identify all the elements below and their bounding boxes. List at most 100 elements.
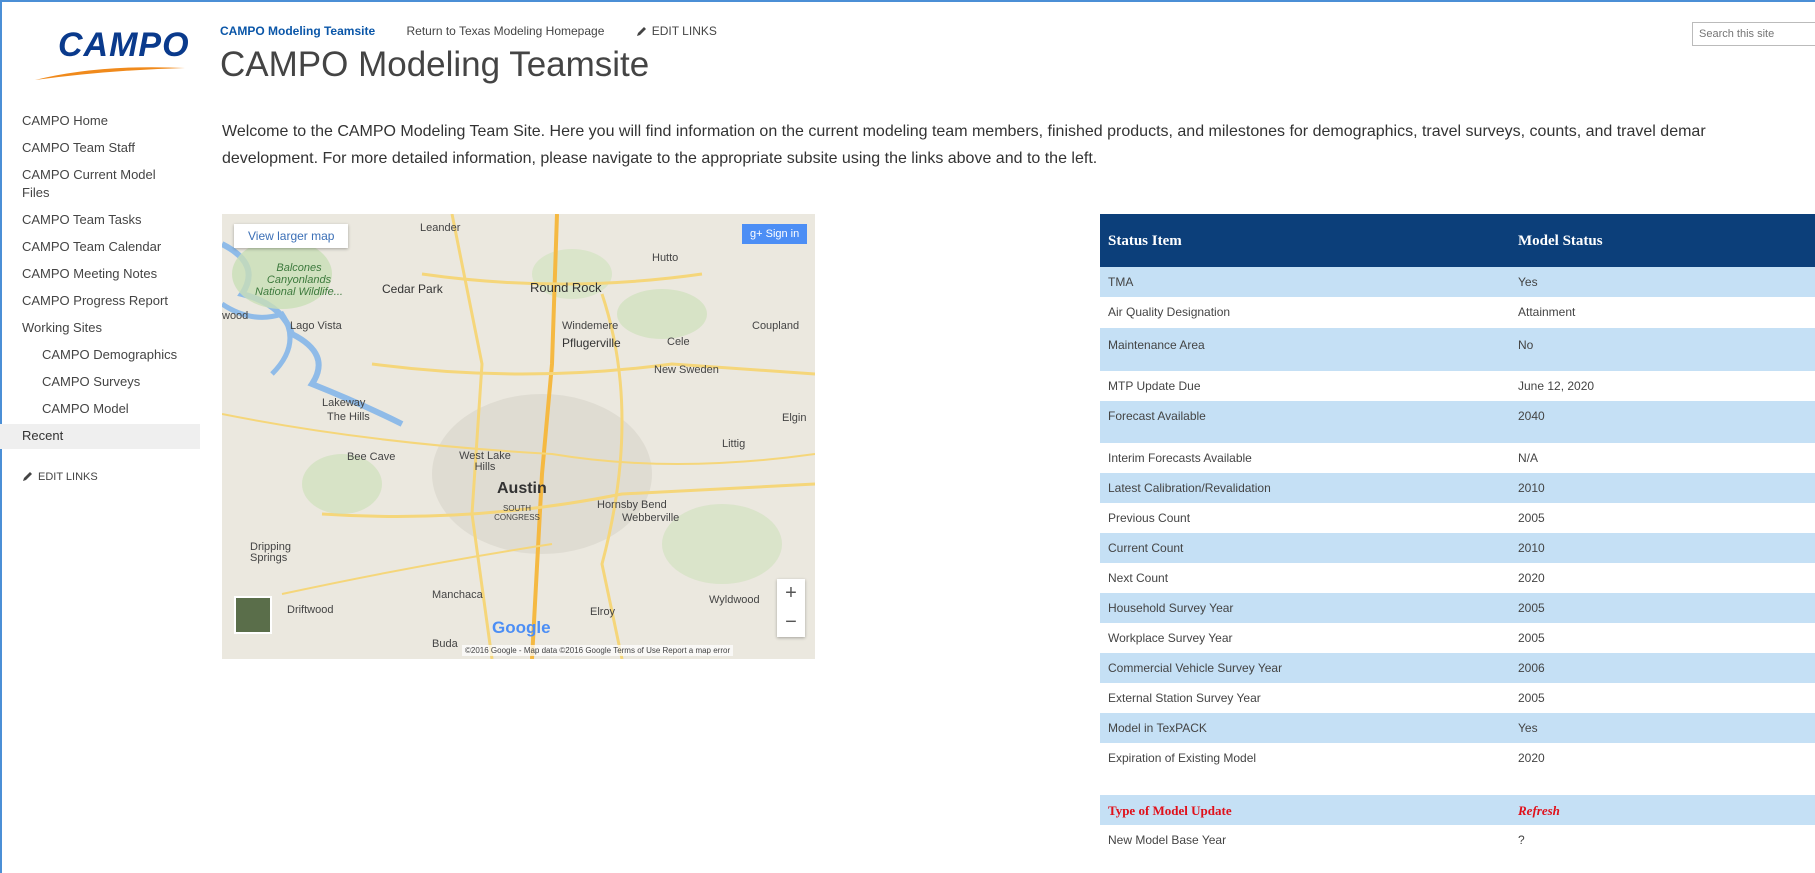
status-value: 2020 bbox=[1518, 751, 1545, 765]
table-row: Latest Calibration/Revalidation 2010 bbox=[1100, 473, 1815, 503]
map-label: Hornsby Bend bbox=[597, 499, 667, 511]
leftnav-item-progress-report[interactable]: CAMPO Progress Report bbox=[0, 292, 200, 310]
topnav-item-texas-homepage[interactable]: Return to Texas Modeling Homepage bbox=[406, 24, 604, 38]
map-label: Pflugerville bbox=[562, 336, 621, 350]
table-row: Model in TexPACK Yes bbox=[1100, 713, 1815, 743]
leftnav-edit-links[interactable]: EDIT LINKS bbox=[22, 470, 98, 483]
status-table: Status Item Model Status TMA Yes Air Qual… bbox=[1100, 214, 1815, 855]
leftnav-item-home[interactable]: CAMPO Home bbox=[0, 112, 200, 130]
status-item: Forecast Available bbox=[1108, 409, 1206, 423]
status-item: Commercial Vehicle Survey Year bbox=[1108, 661, 1283, 675]
status-item: Expiration of Existing Model bbox=[1108, 751, 1257, 765]
status-value: No bbox=[1518, 338, 1534, 352]
zoom-in-button[interactable]: + bbox=[777, 579, 805, 608]
table-row: TMA Yes bbox=[1100, 267, 1815, 297]
header-status-item: Status Item bbox=[1108, 233, 1182, 249]
map-label: West Lake Hills bbox=[459, 450, 511, 473]
status-value: 2010 bbox=[1518, 541, 1545, 555]
map-label: Coupland bbox=[752, 320, 800, 332]
leftnav-item-team-calendar[interactable]: CAMPO Team Calendar bbox=[0, 238, 200, 256]
pencil-icon bbox=[636, 27, 646, 36]
map-zoom-control: + − bbox=[777, 579, 805, 637]
status-item: External Station Survey Year bbox=[1108, 691, 1261, 705]
map-label: Cele bbox=[667, 336, 690, 348]
map-label: Littig bbox=[722, 438, 746, 450]
map-label: Driftwood bbox=[287, 604, 334, 616]
page-title: CAMPO Modeling Teamsite bbox=[220, 45, 650, 84]
status-value: 2005 bbox=[1518, 631, 1545, 645]
logo-swoosh-icon bbox=[35, 67, 185, 80]
map-label: SOUTH CONGRESS bbox=[494, 504, 540, 522]
topnav-edit-links-label: EDIT LINKS bbox=[651, 24, 717, 38]
table-row: External Station Survey Year 2005 bbox=[1100, 683, 1815, 713]
map-label: Elgin bbox=[782, 412, 807, 424]
map-label: Webberville bbox=[622, 512, 680, 524]
campo-logo[interactable]: CAMPO bbox=[30, 22, 190, 82]
welcome-line-1: Welcome to the CAMPO Modeling Team Site.… bbox=[222, 123, 1706, 140]
map-label: Austin bbox=[497, 480, 547, 497]
map-label: Windemere bbox=[562, 320, 619, 332]
map-label: The Hills bbox=[327, 411, 370, 423]
table-header: Status Item Model Status bbox=[1100, 214, 1815, 267]
map-label: Wyldwood bbox=[709, 594, 760, 606]
map-label: New Sweden bbox=[654, 364, 719, 376]
status-item: Next Count bbox=[1108, 571, 1169, 585]
status-value: 2040 bbox=[1518, 409, 1545, 423]
topnav-edit-links[interactable]: EDIT LINKS bbox=[636, 24, 717, 38]
table-spacer bbox=[1100, 775, 1815, 795]
status-item: Previous Count bbox=[1108, 511, 1191, 525]
google-plus-icon: g+ bbox=[750, 228, 766, 240]
map-label: Round Rock bbox=[530, 280, 602, 295]
status-value: ? bbox=[1518, 833, 1525, 847]
status-item: Maintenance Area bbox=[1108, 338, 1205, 352]
status-item: Air Quality Designation bbox=[1108, 305, 1231, 319]
satellite-toggle-button[interactable] bbox=[234, 596, 272, 634]
status-value: N/A bbox=[1518, 451, 1539, 465]
map-sign-in-button[interactable]: g+ Sign in bbox=[742, 224, 808, 244]
status-item: New Model Base Year bbox=[1108, 833, 1227, 847]
table-row: Air Quality Designation Attainment bbox=[1100, 297, 1815, 328]
status-item: Type of Model Update bbox=[1108, 803, 1232, 818]
leftnav-subitem-surveys[interactable]: CAMPO Surveys bbox=[0, 373, 200, 391]
leftnav-subitem-model[interactable]: CAMPO Model bbox=[0, 400, 200, 418]
status-value: 2010 bbox=[1518, 481, 1545, 495]
status-value: Attainment bbox=[1518, 305, 1576, 319]
table-row: Forecast Available 2040 bbox=[1100, 401, 1815, 443]
status-value: Yes bbox=[1518, 275, 1538, 289]
view-larger-map-button[interactable]: View larger map bbox=[234, 224, 349, 248]
leftnav-item-recent[interactable]: Recent bbox=[0, 424, 200, 449]
search-input[interactable] bbox=[1692, 22, 1815, 46]
leftnav-item-team-staff[interactable]: CAMPO Team Staff bbox=[0, 139, 200, 157]
status-value: 2006 bbox=[1518, 661, 1545, 675]
left-navigation: CAMPO Home CAMPO Team Staff CAMPO Curren… bbox=[0, 112, 200, 458]
top-navigation: CAMPO Modeling Teamsite Return to Texas … bbox=[220, 24, 745, 38]
map-attribution: ©2016 Google - Map data ©2016 Google Ter… bbox=[462, 645, 734, 656]
map-label: Balcones Canyonlands National Wildlife..… bbox=[255, 262, 343, 298]
leftnav-subitem-demographics[interactable]: CAMPO Demographics bbox=[0, 346, 200, 364]
leftnav-item-team-tasks[interactable]: CAMPO Team Tasks bbox=[0, 211, 200, 229]
google-logo: Google bbox=[492, 618, 551, 637]
status-item: Interim Forecasts Available bbox=[1108, 451, 1252, 465]
table-row: MTP Update Due June 12, 2020 bbox=[1100, 371, 1815, 401]
map-label: Cedar Park bbox=[382, 282, 443, 296]
table-row: Household Survey Year 2005 bbox=[1100, 593, 1815, 623]
table-row-highlight: Type of Model Update Refresh bbox=[1100, 795, 1815, 825]
zoom-out-button[interactable]: − bbox=[777, 608, 805, 637]
leftnav-item-meeting-notes[interactable]: CAMPO Meeting Notes bbox=[0, 265, 200, 283]
map-sign-in-label: Sign in bbox=[765, 228, 800, 240]
table-row: Maintenance Area No bbox=[1100, 328, 1815, 371]
leftnav-item-model-files[interactable]: CAMPO Current Model Files bbox=[0, 166, 180, 202]
map-label: Lago Vista bbox=[290, 320, 342, 332]
status-item: Model in TexPACK bbox=[1108, 721, 1207, 735]
leftnav-edit-links-label: EDIT LINKS bbox=[38, 471, 98, 483]
status-item: Current Count bbox=[1108, 541, 1184, 555]
leftnav-item-working-sites[interactable]: Working Sites bbox=[0, 319, 200, 337]
table-row: Interim Forecasts Available N/A bbox=[1100, 443, 1815, 473]
embedded-map[interactable]: Leander Hutto Balcones Canyonlands Natio… bbox=[222, 214, 815, 659]
status-value: 2005 bbox=[1518, 511, 1545, 525]
table-row: Expiration of Existing Model 2020 bbox=[1100, 743, 1815, 775]
status-item: Latest Calibration/Revalidation bbox=[1108, 481, 1271, 495]
topnav-item-teamsite[interactable]: CAMPO Modeling Teamsite bbox=[220, 24, 375, 38]
map-label: Leander bbox=[420, 222, 461, 234]
map-label: Manchaca bbox=[432, 589, 483, 601]
